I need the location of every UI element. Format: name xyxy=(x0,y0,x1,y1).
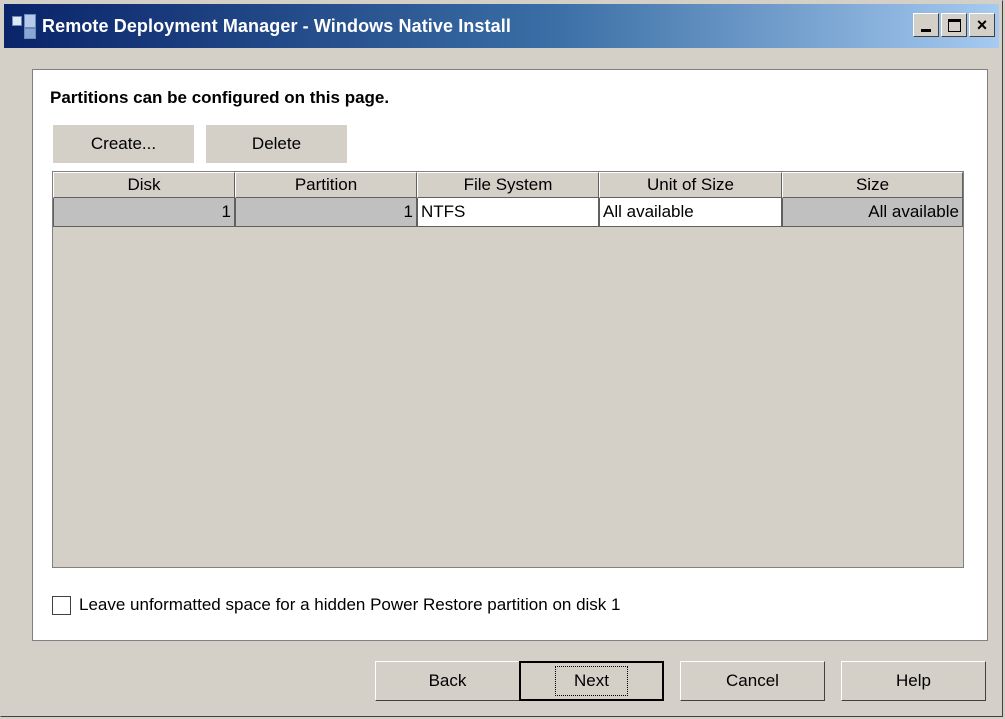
create-button[interactable]: Create... xyxy=(52,124,195,164)
next-button-label: Next xyxy=(555,666,628,696)
delete-button[interactable]: Delete xyxy=(205,124,348,164)
power-restore-label[interactable]: Leave unformatted space for a hidden Pow… xyxy=(79,595,621,615)
cell-partition: 1 xyxy=(235,198,417,227)
column-header-size[interactable]: Size xyxy=(782,172,963,198)
table-header: Disk Partition File System Unit of Size … xyxy=(53,172,963,198)
app-icon xyxy=(10,12,38,40)
minimize-icon xyxy=(921,28,931,32)
column-header-unit-of-size[interactable]: Unit of Size xyxy=(599,172,782,198)
dialog-window: Remote Deployment Manager - Windows Nati… xyxy=(0,0,1003,717)
help-button[interactable]: Help xyxy=(841,661,986,701)
minimize-button[interactable] xyxy=(913,13,939,37)
window-title: Remote Deployment Manager - Windows Nati… xyxy=(42,15,511,36)
column-header-disk[interactable]: Disk xyxy=(53,172,235,198)
cell-disk: 1 xyxy=(53,198,235,227)
partition-table[interactable]: Disk Partition File System Unit of Size … xyxy=(52,171,964,568)
window-controls: × xyxy=(911,13,995,37)
cell-size: All available xyxy=(782,198,963,227)
cell-unit-of-size[interactable]: All available xyxy=(599,198,782,227)
maximize-icon xyxy=(947,18,961,32)
back-button[interactable]: Back xyxy=(375,661,520,701)
title-bar[interactable]: Remote Deployment Manager - Windows Nati… xyxy=(4,4,999,48)
page-heading: Partitions can be configured on this pag… xyxy=(50,88,390,107)
table-row[interactable]: 1 1 NTFS All available All available xyxy=(53,198,963,227)
close-button[interactable]: × xyxy=(969,13,995,37)
next-button[interactable]: Next xyxy=(519,661,664,701)
power-restore-checkbox[interactable] xyxy=(52,595,71,615)
power-restore-option[interactable]: Leave unformatted space for a hidden Pow… xyxy=(52,595,621,615)
cancel-button[interactable]: Cancel xyxy=(680,661,825,701)
maximize-button[interactable] xyxy=(941,13,967,37)
column-header-partition[interactable]: Partition xyxy=(235,172,417,198)
content-panel: Partitions can be configured on this pag… xyxy=(32,69,988,641)
cell-file-system[interactable]: NTFS xyxy=(417,198,599,227)
column-header-file-system[interactable]: File System xyxy=(417,172,599,198)
close-icon: × xyxy=(976,15,988,35)
